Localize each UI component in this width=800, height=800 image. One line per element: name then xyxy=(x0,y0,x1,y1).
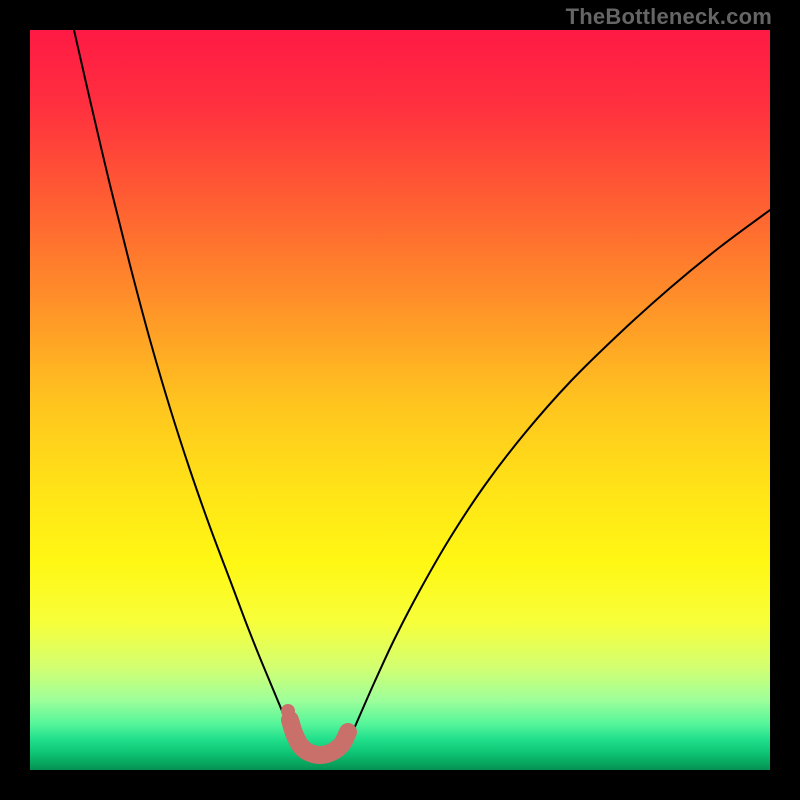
chart-frame xyxy=(30,30,770,770)
highlight-dot xyxy=(281,704,295,718)
watermark-text: TheBottleneck.com xyxy=(566,4,772,30)
chart-svg xyxy=(30,30,770,770)
gradient-bg xyxy=(30,30,770,770)
